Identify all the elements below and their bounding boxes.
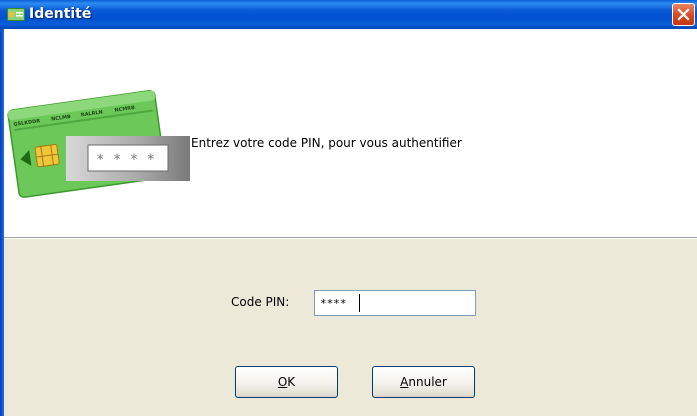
text-caret	[359, 294, 360, 312]
smart-card-pin-icon: GSLKDDR NCLMB RALRLN NCMRB * * * *	[7, 89, 190, 198]
cancel-button[interactable]: Annuler	[372, 366, 475, 398]
instruction-text: Entrez votre code PIN, pour vous authent…	[191, 136, 462, 150]
title-bar[interactable]: Identité	[0, 0, 697, 29]
ok-button[interactable]: OK	[235, 366, 338, 398]
cancel-label-rest: nnuler	[408, 375, 447, 389]
cancel-mnemonic: A	[400, 375, 409, 389]
id-card-icon	[7, 8, 25, 21]
form-panel	[4, 239, 697, 416]
pin-dialog-window: Identité GSLKDDR NCLMB RALRLN NCMRB * * …	[0, 0, 697, 416]
card-pin-mask: * * * *	[96, 152, 155, 168]
close-button[interactable]	[672, 3, 695, 26]
close-icon	[677, 8, 690, 21]
pin-label: Code PIN:	[231, 295, 290, 309]
pin-input[interactable]	[314, 290, 476, 316]
ok-label-rest: K	[287, 375, 296, 389]
ok-mnemonic: O	[277, 375, 288, 389]
window-title: Identité	[29, 6, 92, 22]
